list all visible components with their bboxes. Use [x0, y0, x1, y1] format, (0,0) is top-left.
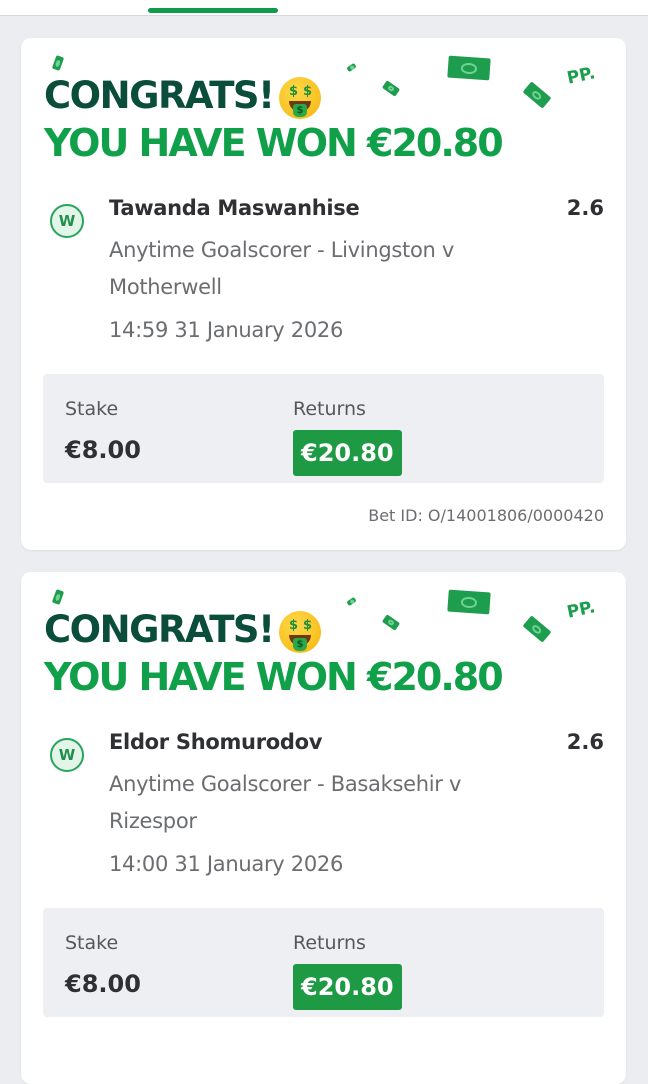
returns-value-badge: €20.80: [293, 964, 402, 1010]
active-tab-indicator: [148, 8, 278, 13]
stake-label: Stake: [65, 932, 119, 954]
money-note-icon: [346, 596, 357, 607]
won-amount-headline: YOU HAVE WON €20.80: [44, 121, 504, 165]
money-note-icon: [381, 614, 401, 631]
stake-label: Stake: [65, 398, 119, 420]
stake-value: €8.00: [65, 436, 141, 464]
money-mouth-face-icon: $ $ $: [279, 77, 321, 119]
stake-value: €8.00: [65, 970, 141, 998]
returns-label: Returns: [293, 932, 366, 954]
congrats-headline: CONGRATS!: [44, 608, 275, 651]
stake-returns-panel: Stake Returns €8.00 €20.80: [43, 374, 604, 483]
money-mouth-face-icon: $ $ $: [279, 611, 321, 653]
selection-name: Tawanda Maswanhise: [109, 196, 360, 220]
top-tab-bar: [0, 0, 648, 16]
money-note-icon: [522, 615, 552, 643]
stake-returns-panel: Stake Returns €8.00 €20.80: [43, 908, 604, 1017]
bet-card[interactable]: PP. CONGRATS! $ $ $ YOU HAVE WON €20.80 W…: [21, 572, 626, 1084]
returns-label: Returns: [293, 398, 366, 420]
pp-logo: PP.: [565, 597, 598, 623]
money-note-icon: [447, 55, 491, 81]
money-note-icon: [51, 589, 65, 605]
odds-value: 2.6: [566, 196, 604, 220]
market-description: Anytime Goalscorer - Livingston v Mother…: [109, 238, 455, 299]
market-description: Anytime Goalscorer - Basaksehir v Rizesp…: [109, 772, 462, 833]
money-note-icon: [346, 62, 357, 73]
bet-card[interactable]: PP. CONGRATS! $ $ $ YOU HAVE WON €20.80 W…: [21, 38, 626, 550]
bet-id: Bet ID: O/14001806/0000420: [368, 506, 604, 525]
money-note-icon: [51, 55, 65, 71]
money-note-icon: [381, 80, 401, 97]
money-note-icon: [522, 81, 552, 109]
returns-value-badge: €20.80: [293, 430, 402, 476]
pp-logo: PP.: [565, 63, 598, 89]
win-result-badge: W: [50, 204, 84, 238]
won-amount-headline: YOU HAVE WON €20.80: [44, 655, 504, 699]
bet-datetime: 14:59 31 January 2026: [109, 318, 344, 342]
win-result-badge: W: [50, 738, 84, 772]
congrats-headline: CONGRATS!: [44, 74, 275, 117]
money-note-icon: [447, 589, 491, 615]
selection-name: Eldor Shomurodov: [109, 730, 323, 754]
odds-value: 2.6: [566, 730, 604, 754]
bet-datetime: 14:00 31 January 2026: [109, 852, 344, 876]
